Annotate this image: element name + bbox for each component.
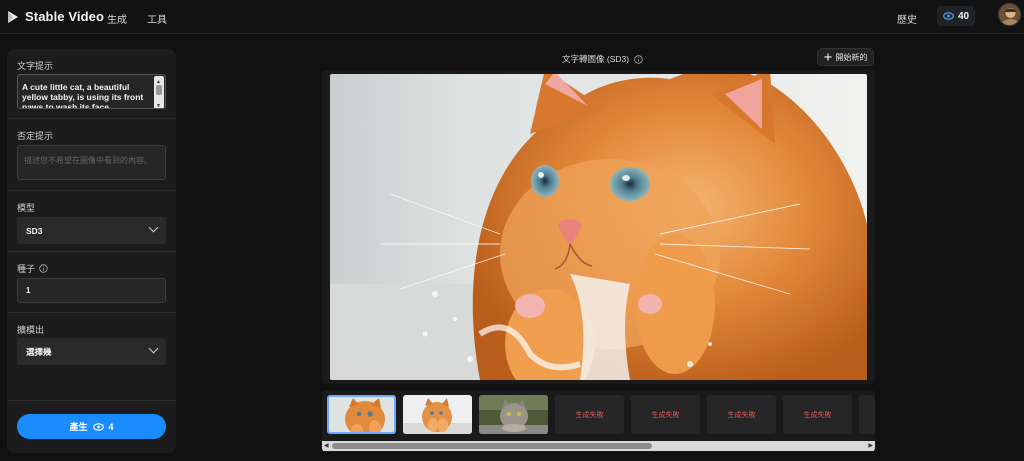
chevron-down-icon [148,343,159,354]
failed-label: 生成失敗 [803,411,832,419]
credits-count: 40 [957,10,970,22]
plus-icon [824,53,831,61]
seed-section: 種子 1 [7,252,176,313]
prompt-input[interactable]: A cute little cat, a beautiful yellow ta… [17,74,166,109]
seed-value: 1 [26,286,31,295]
generate-label: 產生 [69,422,88,432]
top-bar: Stable Video 生成 工具 歷史 40 [0,0,1024,34]
failed-label: 生成失敗 [575,411,604,419]
app-logo[interactable]: Stable Video [6,9,104,24]
prompt-scrollbar[interactable]: ▲ ▼ [154,76,164,108]
thumbnail-2[interactable] [403,395,472,434]
info-icon[interactable] [39,264,48,273]
output-select[interactable]: 選擇幾 [17,338,166,365]
avatar-image [999,4,1020,25]
play-logo-icon [8,10,18,23]
thumbnail-4-failed[interactable]: 生成失敗 [555,395,624,434]
output-value: 選擇幾 [26,346,52,357]
chevron-down-icon [148,222,159,233]
canvas-title-group: 文字轉圖像 (SD3) [562,53,643,65]
negative-placeholder: 描述您不希望在圖像中看到的內容。 [24,156,152,165]
output-label: 擴模出 [17,325,45,335]
seed-input[interactable]: 1 [17,278,166,303]
scroll-left-icon[interactable]: ◀ [324,442,329,449]
thumbnail-image [479,395,548,434]
generate-button[interactable]: 產生 4 [17,414,166,439]
scroll-down-icon[interactable]: ▼ [156,101,161,108]
model-label: 模型 [17,203,36,213]
generated-image[interactable] [330,74,867,380]
thumbnail-6-failed[interactable]: 生成失敗 [707,395,776,434]
thumbnail-strip: 生成失敗 生成失敗 生成失敗 生成失敗 ◀ ▶ [322,390,875,452]
model-select[interactable]: SD3 [17,217,166,244]
prompt-section: 文字提示 A cute little cat, a beautiful yell… [7,49,176,119]
scroll-right-icon[interactable]: ▶ [868,442,873,449]
thumbnail-1[interactable] [327,395,396,434]
canvas-title: 文字轉圖像 (SD3) [562,54,630,64]
model-section: 模型 SD3 [7,191,176,252]
avatar[interactable] [998,3,1021,26]
nav-generate[interactable]: 生成 [107,11,127,26]
failed-label: 生成失敗 [727,411,756,419]
negative-label: 否定提示 [17,131,54,141]
prompt-label: 文字提示 [17,61,54,71]
start-new-button[interactable]: 開始新的 [817,48,874,66]
kitten-image [330,74,867,380]
eye-icon [92,422,104,431]
thumbnail-3[interactable] [479,395,548,434]
generate-cost: 4 [108,421,114,432]
model-value: SD3 [26,225,43,236]
image-frame [322,70,875,384]
credits-badge[interactable]: 40 [937,6,975,26]
settings-panel: 文字提示 A cute little cat, a beautiful yell… [7,49,176,453]
failed-label: 生成失敗 [651,411,680,419]
thumbnail-scrollbar[interactable]: ◀ ▶ [322,441,875,451]
negative-prompt-input[interactable]: 描述您不希望在圖像中看到的內容。 [17,145,166,180]
thumbnail-image [329,397,394,432]
history-link[interactable]: 歷史 [897,11,917,26]
thumbnail-image [403,395,472,434]
thumbnail-8-partial[interactable] [859,395,875,434]
thumbnail-7-failed[interactable]: 生成失敗 [783,395,852,434]
nav-tools[interactable]: 工具 [147,11,167,26]
eye-icon [943,12,954,20]
prompt-text: A cute little cat, a beautiful yellow ta… [22,82,144,109]
start-new-label: 開始新的 [835,52,868,62]
info-icon[interactable] [634,54,643,64]
scroll-thumb[interactable] [156,85,162,95]
output-section: 擴模出 選擇幾 [7,313,176,401]
seed-label: 種子 [17,264,36,274]
app-title: Stable Video [25,9,104,24]
negative-section: 否定提示 描述您不希望在圖像中看到的內容。 [7,119,176,191]
seed-label-group: 種子 [17,262,48,275]
thumbnail-5-failed[interactable]: 生成失敗 [631,395,700,434]
scroll-thumb[interactable] [332,443,652,449]
